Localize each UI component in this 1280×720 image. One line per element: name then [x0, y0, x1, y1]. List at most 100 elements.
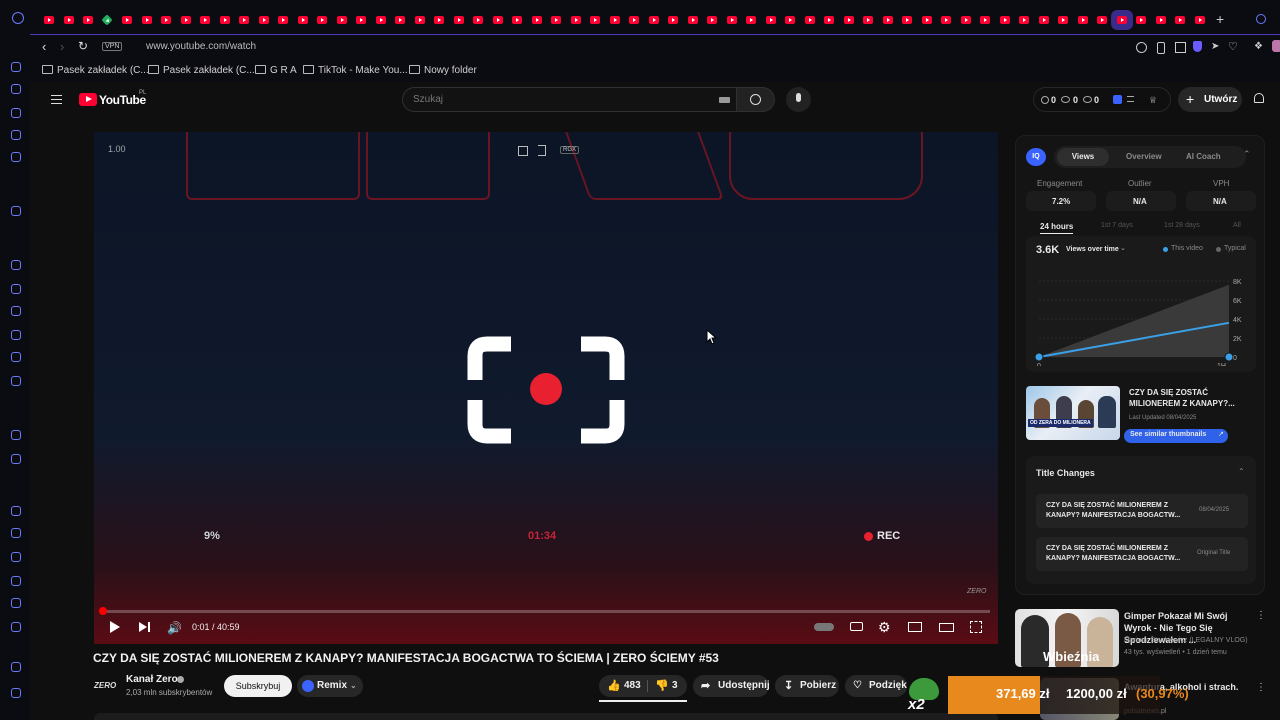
forward-icon[interactable]: ›: [60, 39, 64, 54]
browser-tab[interactable]: [454, 16, 464, 24]
browser-tab[interactable]: [200, 16, 210, 24]
hamburger-icon[interactable]: [51, 95, 62, 104]
browser-tab[interactable]: [239, 16, 249, 24]
browser-tab[interactable]: [376, 16, 386, 24]
fullscreen-icon[interactable]: [970, 621, 982, 633]
chart-title[interactable]: Views over time: [1066, 246, 1119, 253]
browser-menu-icon[interactable]: [12, 12, 24, 24]
autoplay-toggle[interactable]: [814, 623, 834, 631]
browser-tab[interactable]: [181, 16, 191, 24]
progress-scrubber[interactable]: [99, 607, 107, 615]
video-player[interactable]: 1.00 RGX 9% 01:34 REC ZERO 🔊 0:01 / 40:5…: [94, 132, 998, 644]
more-icon[interactable]: ⋮: [1256, 682, 1266, 693]
browser-tab[interactable]: [727, 16, 737, 24]
profile-icon[interactable]: [1272, 40, 1280, 52]
export-icon[interactable]: [538, 145, 546, 156]
browser-tab[interactable]: [1097, 16, 1107, 24]
pin-icon[interactable]: [1157, 42, 1165, 54]
browser-tab[interactable]: [707, 16, 717, 24]
new-tab-button[interactable]: +: [1216, 11, 1224, 27]
sidebar-app-icon[interactable]: [11, 528, 21, 538]
bookmark-folder[interactable]: Pasek zakładek (C...: [42, 65, 149, 76]
more-icon[interactable]: ⋮: [1256, 610, 1266, 621]
tab-views[interactable]: Views: [1057, 148, 1109, 166]
browser-tab[interactable]: [863, 16, 873, 24]
voice-search-button[interactable]: [786, 87, 811, 112]
send-icon[interactable]: ➤: [1211, 41, 1219, 52]
sidebar-app-icon[interactable]: [11, 552, 21, 562]
recommended-thumbnail[interactable]: Wbieźnia: [1015, 609, 1119, 667]
browser-tab[interactable]: [980, 16, 990, 24]
sidebar-app-icon[interactable]: [11, 430, 21, 440]
sidebar-app-icon[interactable]: [11, 598, 21, 608]
browser-tab[interactable]: [649, 16, 659, 24]
sidebar-app-icon[interactable]: [11, 152, 21, 162]
browser-tab[interactable]: [512, 16, 522, 24]
sidebar-app-icon[interactable]: [11, 260, 21, 270]
dislike-icon[interactable]: 👎: [655, 675, 669, 697]
share-button[interactable]: ➦ Udostępnij: [693, 675, 770, 697]
back-icon[interactable]: ‹: [42, 39, 46, 54]
browser-tab[interactable]: [941, 16, 951, 24]
sidebar-app-icon[interactable]: [11, 352, 21, 362]
browser-tab[interactable]: [1000, 16, 1010, 24]
stats-widget[interactable]: 0 0 0 ♕: [1033, 87, 1171, 112]
browser-tab[interactable]: [844, 16, 854, 24]
next-icon[interactable]: [139, 622, 147, 632]
browser-tab[interactable]: [532, 16, 542, 24]
iq-badge[interactable]: IQ: [1026, 148, 1046, 166]
browser-tab[interactable]: [1117, 16, 1127, 24]
sidebar-app-icon[interactable]: [11, 506, 21, 516]
sidebar-app-icon[interactable]: [11, 376, 21, 386]
bookmark-folder[interactable]: Pasek zakładek (C...: [148, 65, 255, 76]
browser-tab[interactable]: [571, 16, 581, 24]
recommended-channel[interactable]: Mariusz Stankiewicz (LEGALNY VLOG): [1124, 637, 1248, 644]
search-tabs-icon[interactable]: [1256, 14, 1266, 24]
browser-tab[interactable]: [122, 16, 132, 24]
sidebar-app-icon[interactable]: [11, 62, 21, 72]
tab-ai-coach[interactable]: AI Coach: [1186, 152, 1221, 161]
chart-point[interactable]: [1224, 352, 1234, 362]
browser-tab[interactable]: [610, 16, 620, 24]
browser-tab[interactable]: [1058, 16, 1068, 24]
browser-tab[interactable]: [629, 16, 639, 24]
browser-tab[interactable]: [922, 16, 932, 24]
search-box[interactable]: Szukaj: [402, 87, 737, 112]
browser-tab[interactable]: [44, 16, 54, 24]
video-thumbnail[interactable]: OD ZERA DO MILIONERA: [1026, 386, 1120, 440]
browser-tab[interactable]: [220, 16, 230, 24]
range-7d[interactable]: 1st 7 days: [1101, 222, 1133, 229]
subscribe-button[interactable]: Subskrybuj: [224, 675, 292, 697]
bookmark-folder[interactable]: G R A: [255, 65, 297, 76]
subtitles-icon[interactable]: [850, 622, 863, 631]
sidebar-app-icon[interactable]: [11, 330, 21, 340]
reload-icon[interactable]: ↻: [78, 39, 88, 53]
chart-point[interactable]: [1034, 352, 1044, 362]
copy-icon[interactable]: [518, 146, 528, 156]
vpn-badge[interactable]: VPN: [102, 42, 123, 51]
like-count[interactable]: 483: [624, 675, 641, 697]
shield-icon[interactable]: [1193, 41, 1202, 52]
search-button[interactable]: [737, 87, 775, 112]
settings-gear-icon[interactable]: ⚙: [878, 619, 891, 636]
browser-tab[interactable]: [766, 16, 776, 24]
browser-tab[interactable]: [493, 16, 503, 24]
browser-tab[interactable]: [415, 16, 425, 24]
url-field[interactable]: www.youtube.com/watch: [146, 41, 256, 52]
tab-overview[interactable]: Overview: [1126, 152, 1162, 161]
extensions-icon[interactable]: ❖: [1254, 41, 1263, 52]
remix-button[interactable]: Remix ⌄: [297, 675, 363, 697]
browser-tab[interactable]: [1078, 16, 1088, 24]
browser-tab[interactable]: [64, 16, 74, 24]
browser-tab[interactable]: [746, 16, 756, 24]
range-24h[interactable]: 24 hours: [1040, 222, 1074, 234]
browser-tab[interactable]: [551, 16, 561, 24]
youtube-logo-icon[interactable]: [79, 93, 97, 106]
rgx-icon[interactable]: RGX: [560, 146, 580, 154]
zoom-icon[interactable]: [1136, 42, 1147, 53]
download-button[interactable]: ↧ Pobierz: [775, 675, 839, 697]
search-input[interactable]: Szukaj: [413, 94, 443, 105]
play-icon[interactable]: [110, 621, 120, 633]
sidebar-app-icon[interactable]: [11, 622, 21, 632]
browser-tab[interactable]: [805, 16, 815, 24]
